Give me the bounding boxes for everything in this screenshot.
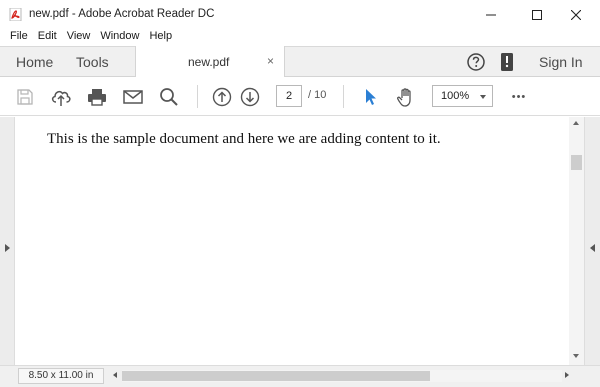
right-panel-toggle[interactable] — [584, 117, 600, 365]
menu-window[interactable]: Window — [95, 29, 144, 46]
next-page-icon[interactable] — [239, 86, 261, 108]
expand-left-icon — [590, 244, 595, 252]
title-bar: new.pdf - Adobe Acrobat Reader DC — [0, 0, 600, 29]
maximize-icon — [532, 9, 542, 20]
save-icon[interactable] — [14, 86, 36, 108]
window-title: new.pdf - Adobe Acrobat Reader DC — [29, 8, 215, 20]
page-size-indicator: 8.50 x 11.00 in — [18, 368, 104, 384]
horizontal-scrollbar[interactable] — [122, 370, 562, 382]
document-view[interactable]: This is the sample document and here we … — [15, 117, 569, 365]
menu-view[interactable]: View — [62, 29, 96, 46]
previous-page-icon[interactable] — [211, 86, 233, 108]
pdf-icon — [9, 7, 22, 22]
tab-document-label: new.pdf — [188, 55, 230, 69]
close-icon — [571, 9, 581, 20]
scroll-down-icon[interactable] — [573, 354, 579, 358]
left-panel-toggle[interactable] — [0, 117, 15, 365]
page-total: / 10 — [308, 89, 327, 101]
search-icon[interactable] — [158, 86, 180, 108]
close-button[interactable] — [553, 0, 599, 29]
tab-home[interactable]: Home — [16, 54, 53, 70]
more-icon[interactable]: ••• — [508, 86, 530, 108]
minimize-icon — [486, 14, 496, 15]
toolbar-divider — [343, 85, 344, 108]
menu-help[interactable]: Help — [144, 29, 177, 46]
chevron-down-icon — [480, 95, 486, 99]
toolbar-divider — [197, 85, 198, 108]
vertical-scroll-thumb[interactable] — [571, 155, 582, 170]
tab-bar: Home Tools new.pdf × Sign In — [0, 46, 600, 78]
scroll-right-icon[interactable] — [565, 372, 569, 378]
toolbar: / 10 100% ••• — [0, 77, 600, 116]
upload-icon[interactable] — [50, 86, 72, 108]
scroll-left-icon[interactable] — [113, 372, 117, 378]
help-icon[interactable] — [466, 52, 486, 75]
tab-document[interactable]: new.pdf × — [135, 46, 285, 78]
minimize-button[interactable] — [468, 0, 514, 29]
horizontal-scroll-thumb[interactable] — [122, 371, 430, 381]
tab-tools[interactable]: Tools — [76, 54, 109, 70]
zoom-value: 100% — [441, 90, 470, 102]
zoom-select[interactable]: 100% — [432, 85, 493, 107]
vertical-scrollbar[interactable] — [569, 117, 584, 365]
menu-edit[interactable]: Edit — [33, 29, 62, 46]
email-icon[interactable] — [122, 86, 144, 108]
print-icon[interactable] — [86, 86, 108, 108]
scroll-up-icon[interactable] — [573, 121, 579, 125]
select-tool-icon[interactable] — [359, 86, 381, 108]
mobile-icon[interactable] — [499, 52, 515, 75]
expand-right-icon — [5, 244, 10, 252]
document-text: This is the sample document and here we … — [47, 131, 441, 147]
page-number-input[interactable] — [276, 85, 302, 107]
menu-bar: File Edit View Window Help — [0, 29, 600, 46]
hand-tool-icon[interactable] — [395, 86, 417, 108]
status-bar: 8.50 x 11.00 in — [0, 365, 600, 387]
menu-file[interactable]: File — [0, 29, 33, 46]
sign-in-link[interactable]: Sign In — [539, 54, 583, 70]
tab-close-icon[interactable]: × — [267, 54, 274, 68]
